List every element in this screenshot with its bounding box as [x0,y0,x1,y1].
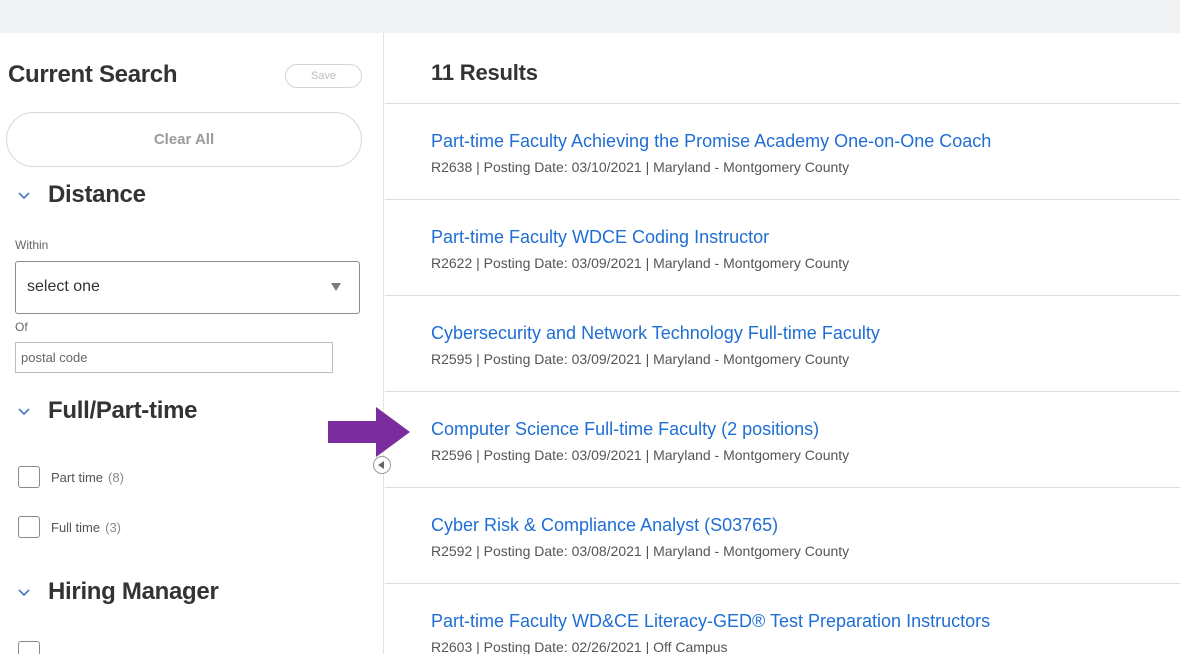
part-time-checkbox[interactable] [18,466,40,488]
top-bar [0,0,1180,33]
chevron-down-icon [18,589,30,597]
section-title-distance: Distance [48,181,146,208]
job-meta: R2596 | Posting Date: 03/09/2021 | Maryl… [431,447,850,463]
current-search-title: Current Search [8,61,178,88]
dropdown-arrow-icon [331,283,341,291]
collapse-left-icon[interactable] [373,456,391,474]
list-item: Cyber Risk & Compliance Analyst (S03765)… [385,488,1180,584]
results-list: Part-time Faculty Achieving the Promise … [385,103,1180,654]
job-meta: R2595 | Posting Date: 03/09/2021 | Maryl… [431,351,850,367]
job-title-link[interactable]: Part-time Faculty Achieving the Promise … [431,131,991,152]
section-title-hiring-manager: Hiring Manager [48,578,219,605]
postal-code-input[interactable] [15,342,333,373]
job-title-link[interactable]: Cybersecurity and Network Technology Ful… [431,323,880,344]
of-label: Of [15,320,28,334]
job-title-link[interactable]: Cyber Risk & Compliance Analyst (S03765) [431,515,778,536]
within-select[interactable]: select one [15,261,360,314]
results-panel: 11 Results Part-time Faculty Achieving t… [385,33,1180,654]
within-label: Within [15,238,49,252]
full-time-count: (3) [105,519,122,535]
section-title-full-part-time: Full/Part-time [48,397,198,424]
full-time-checkbox[interactable] [18,516,40,538]
section-hiring-manager[interactable]: Hiring Manager [18,578,219,606]
list-item: Part-time Faculty WD&CE Literacy-GED® Te… [385,584,1180,654]
arrow-right-icon [328,407,410,457]
results-count-title: 11 Results [431,60,538,85]
filter-part-time[interactable]: Part time (8) [18,466,124,488]
job-meta: R2603 | Posting Date: 02/26/2021 | Off C… [431,639,728,654]
list-item: Computer Science Full-time Faculty (2 po… [385,392,1180,488]
full-time-label: Full time [51,519,101,535]
chevron-down-icon [18,192,30,200]
job-title-link[interactable]: Part-time Faculty WD&CE Literacy-GED® Te… [431,611,990,632]
list-item: Part-time Faculty WDCE Coding Instructor… [385,200,1180,296]
job-meta: R2592 | Posting Date: 03/08/2021 | Maryl… [431,543,850,559]
section-distance[interactable]: Distance [18,181,146,209]
chevron-down-icon [18,408,30,416]
list-item: Cybersecurity and Network Technology Ful… [385,296,1180,392]
filter-hiring-manager-first[interactable] [18,641,51,654]
search-sidebar: Current Search Save Clear All Distance W… [0,33,384,654]
clear-all-button[interactable]: Clear All [6,112,362,167]
save-button[interactable]: Save [285,64,362,88]
job-meta: R2622 | Posting Date: 03/09/2021 | Maryl… [431,255,850,271]
job-meta: R2638 | Posting Date: 03/10/2021 | Maryl… [431,159,850,175]
part-time-count: (8) [108,469,124,485]
hiring-manager-checkbox[interactable] [18,641,40,654]
job-title-link[interactable]: Part-time Faculty WDCE Coding Instructor [431,227,769,248]
part-time-label: Part time [51,469,104,485]
within-select-value: select one [27,278,100,295]
list-item: Part-time Faculty Achieving the Promise … [385,104,1180,200]
job-title-link[interactable]: Computer Science Full-time Faculty (2 po… [431,419,819,440]
section-full-part-time[interactable]: Full/Part-time [18,397,197,425]
filter-full-time[interactable]: Full time (3) [18,516,121,538]
